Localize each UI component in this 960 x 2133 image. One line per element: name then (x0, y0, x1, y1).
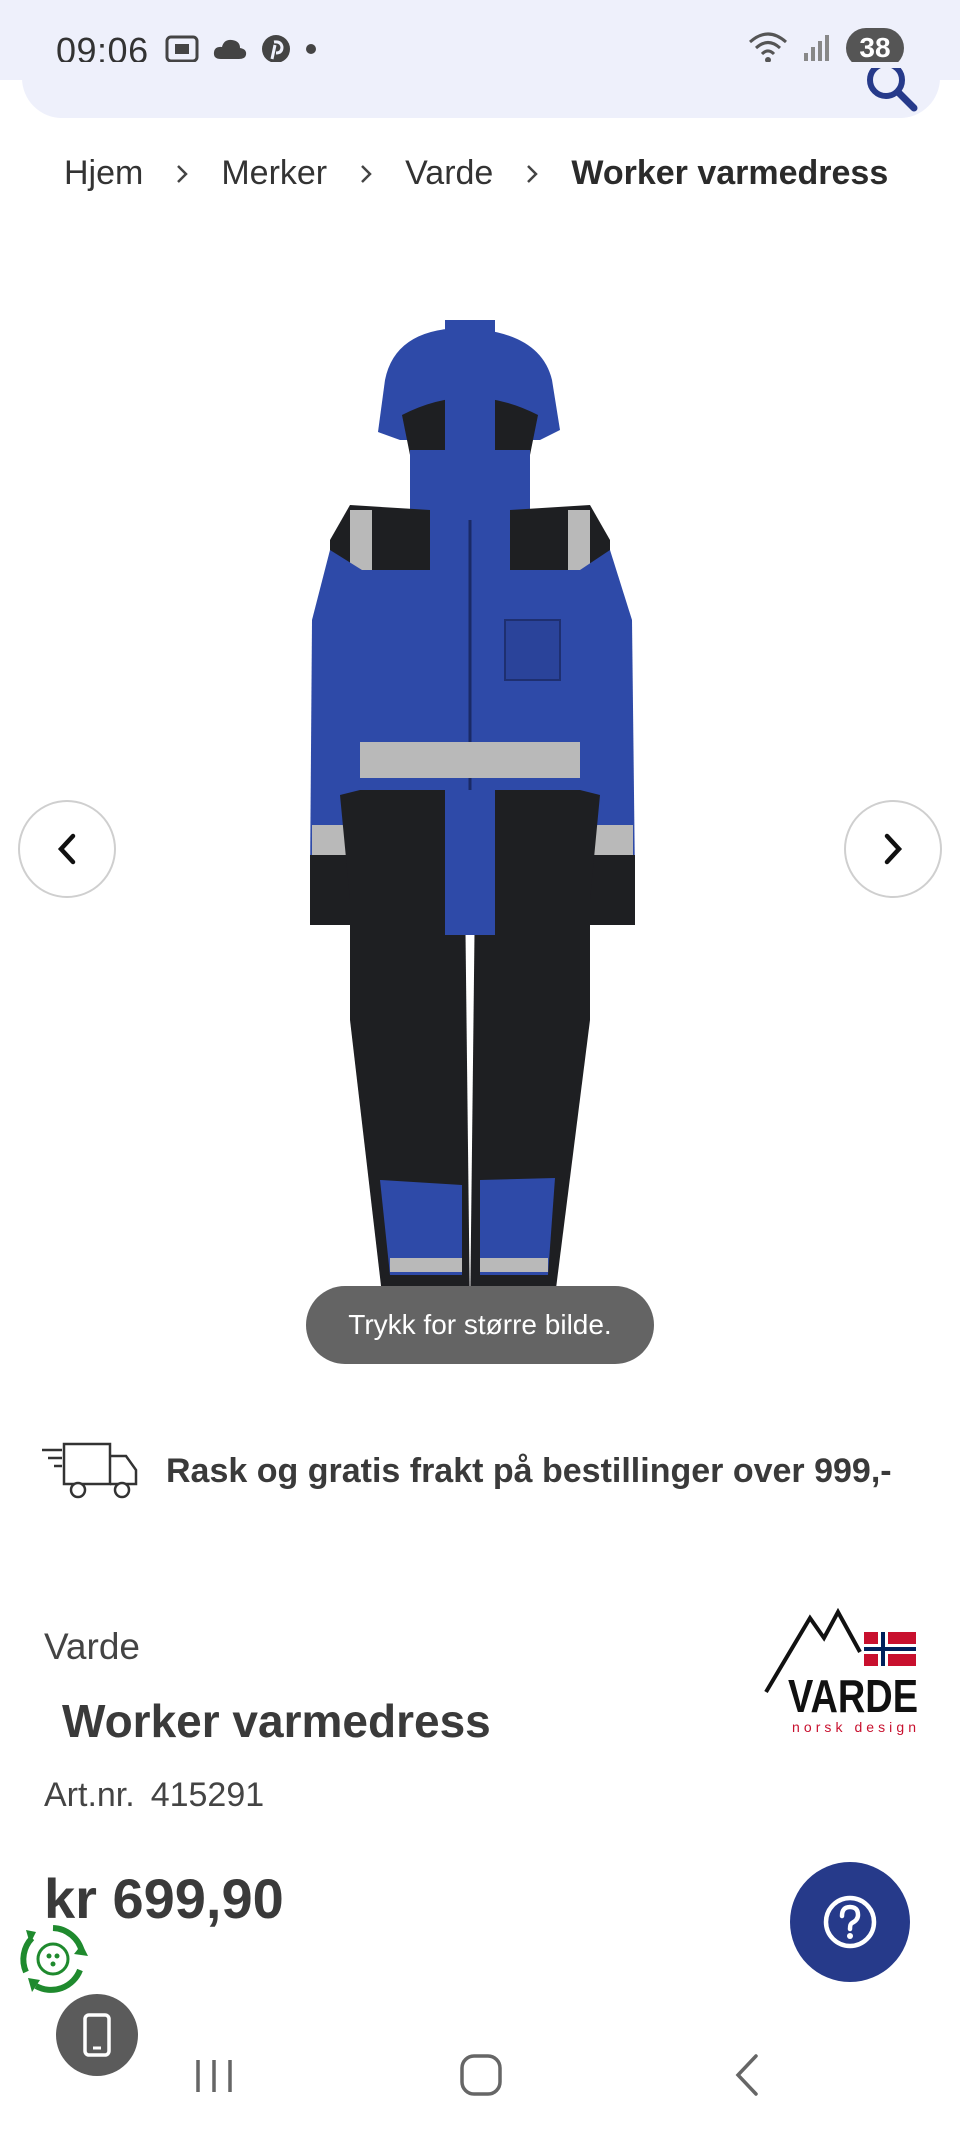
shipping-text: Rask og gratis frakt på bestillinger ove… (166, 1451, 892, 1490)
varde-brand-logo[interactable]: VARDE norsk design (762, 1608, 922, 1740)
system-nav-bar (0, 2040, 960, 2133)
recycle-badge-icon[interactable] (16, 1922, 90, 1996)
shipping-info: Rask og gratis frakt på bestillinger ove… (40, 1440, 892, 1502)
back-icon[interactable] (730, 2052, 764, 2098)
search-bar[interactable] (22, 62, 940, 118)
breadcrumb-current: Worker varmedress (571, 154, 889, 192)
signal-icon (804, 35, 829, 61)
gallery-prev-button[interactable] (18, 800, 116, 898)
product-image[interactable] (290, 320, 670, 1380)
status-icons-left (165, 34, 317, 64)
wifi-icon (749, 32, 787, 63)
home-icon[interactable] (458, 2052, 504, 2098)
question-mark-icon (823, 1895, 877, 1949)
breadcrumb-brands[interactable]: Merker (221, 154, 327, 193)
chevron-right-icon (493, 163, 571, 185)
delivery-truck-icon (42, 1442, 138, 1499)
recent-apps-icon[interactable] (192, 2056, 236, 2096)
chevron-left-icon (57, 833, 76, 865)
article-number-value: 415291 (150, 1776, 265, 1814)
pinterest-icon (262, 35, 290, 63)
chevron-right-icon (327, 163, 405, 185)
article-number: Art.nr. 415291 (44, 1776, 264, 1815)
breadcrumb-brand[interactable]: Varde (405, 154, 493, 193)
product-title: Worker varmedress (62, 1695, 491, 1747)
breadcrumb: Hjem Merker Varde Worker varmedress (64, 154, 888, 193)
article-number-label: Art.nr. (44, 1776, 135, 1814)
dot-icon (306, 44, 316, 54)
zoom-tooltip: Trykk for større bilde. (306, 1286, 654, 1364)
product-brand[interactable]: Varde (44, 1626, 140, 1668)
brand-logo-name: VARDE (788, 1670, 918, 1722)
screenshot-icon (165, 35, 199, 63)
help-button[interactable] (790, 1862, 910, 1982)
cloud-icon (213, 39, 247, 59)
breadcrumb-home[interactable]: Hjem (64, 154, 143, 193)
gallery-next-button[interactable] (844, 800, 942, 898)
chevron-right-icon (884, 833, 903, 865)
chevron-right-icon (143, 163, 221, 185)
search-icon[interactable] (864, 68, 920, 114)
brand-logo-tagline: norsk design (792, 1719, 916, 1735)
